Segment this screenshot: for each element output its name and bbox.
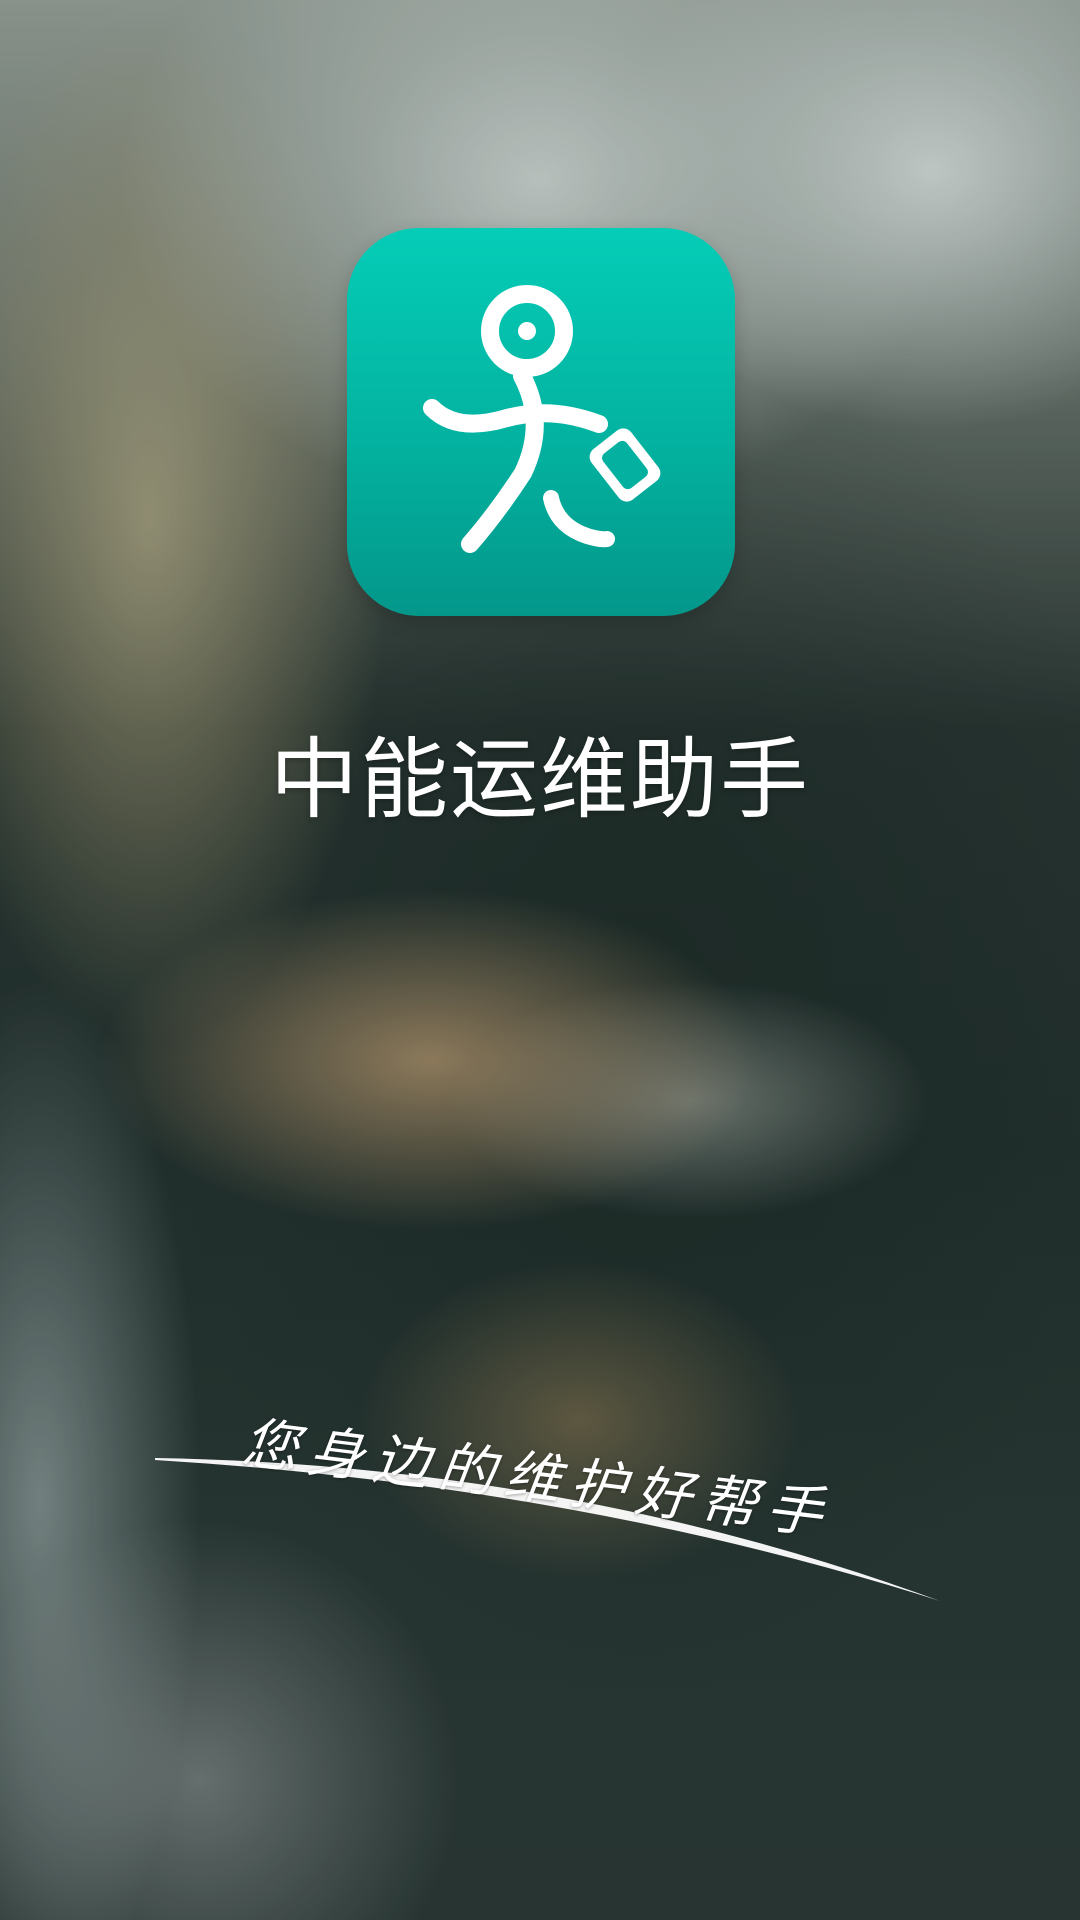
walking-person-with-briefcase-icon bbox=[423, 285, 661, 553]
splash-screen: 中能运维助手 您身边的维护好帮手 bbox=[0, 0, 1080, 1920]
app-logo bbox=[347, 228, 735, 616]
app-name-title: 中能运维助手 bbox=[269, 728, 810, 831]
slogan-block: 您身边的维护好帮手 bbox=[150, 1380, 950, 1620]
